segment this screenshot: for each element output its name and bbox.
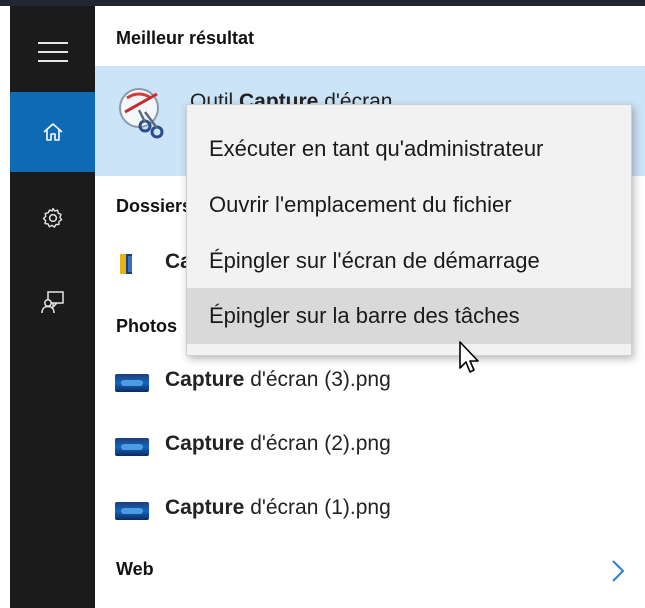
image-file-icon xyxy=(115,502,149,520)
photo-result-label: Capture d'écran (3).png xyxy=(165,368,391,391)
folder-icon xyxy=(120,254,132,274)
menu-run-as-admin[interactable]: Exécuter en tant qu'administrateur xyxy=(187,121,631,177)
photo-result-item[interactable]: Capture d'écran (2).png xyxy=(95,416,645,476)
photo-result-label: Capture d'écran (1).png xyxy=(165,496,391,519)
image-file-icon xyxy=(115,438,149,456)
web-search-row[interactable]: Web xyxy=(95,541,645,597)
menu-open-file-location[interactable]: Ouvrir l'emplacement du fichier xyxy=(187,177,631,233)
snipping-tool-icon xyxy=(119,88,164,139)
feedback-button[interactable] xyxy=(10,262,95,342)
photo-result-label: Capture d'écran (2).png xyxy=(165,432,391,455)
web-label: Web xyxy=(116,559,154,579)
menu-pin-to-start[interactable]: Épingler sur l'écran de démarrage xyxy=(187,233,631,289)
start-left-rail xyxy=(10,6,95,608)
chevron-right-icon xyxy=(612,560,625,582)
settings-button[interactable] xyxy=(10,178,95,258)
menu-button[interactable] xyxy=(10,12,95,92)
context-menu: Exécuter en tant qu'administrateur Ouvri… xyxy=(186,104,632,356)
image-file-icon xyxy=(115,374,149,392)
photo-result-item[interactable]: Capture d'écran (3).png xyxy=(95,352,645,412)
gear-icon xyxy=(42,207,62,228)
photos-header: Photos xyxy=(116,316,177,336)
menu-pin-to-taskbar[interactable]: Épingler sur la barre des tâches xyxy=(187,288,631,344)
best-result-header: Meilleur résultat xyxy=(116,28,255,48)
home-icon xyxy=(42,123,63,141)
mouse-cursor-icon xyxy=(459,341,479,373)
home-button[interactable] xyxy=(10,92,95,172)
feedback-icon xyxy=(40,291,64,314)
photo-result-item[interactable]: Capture d'écran (1).png xyxy=(95,480,645,540)
hamburger-icon xyxy=(37,42,68,62)
folders-header: Dossiers xyxy=(116,196,193,216)
